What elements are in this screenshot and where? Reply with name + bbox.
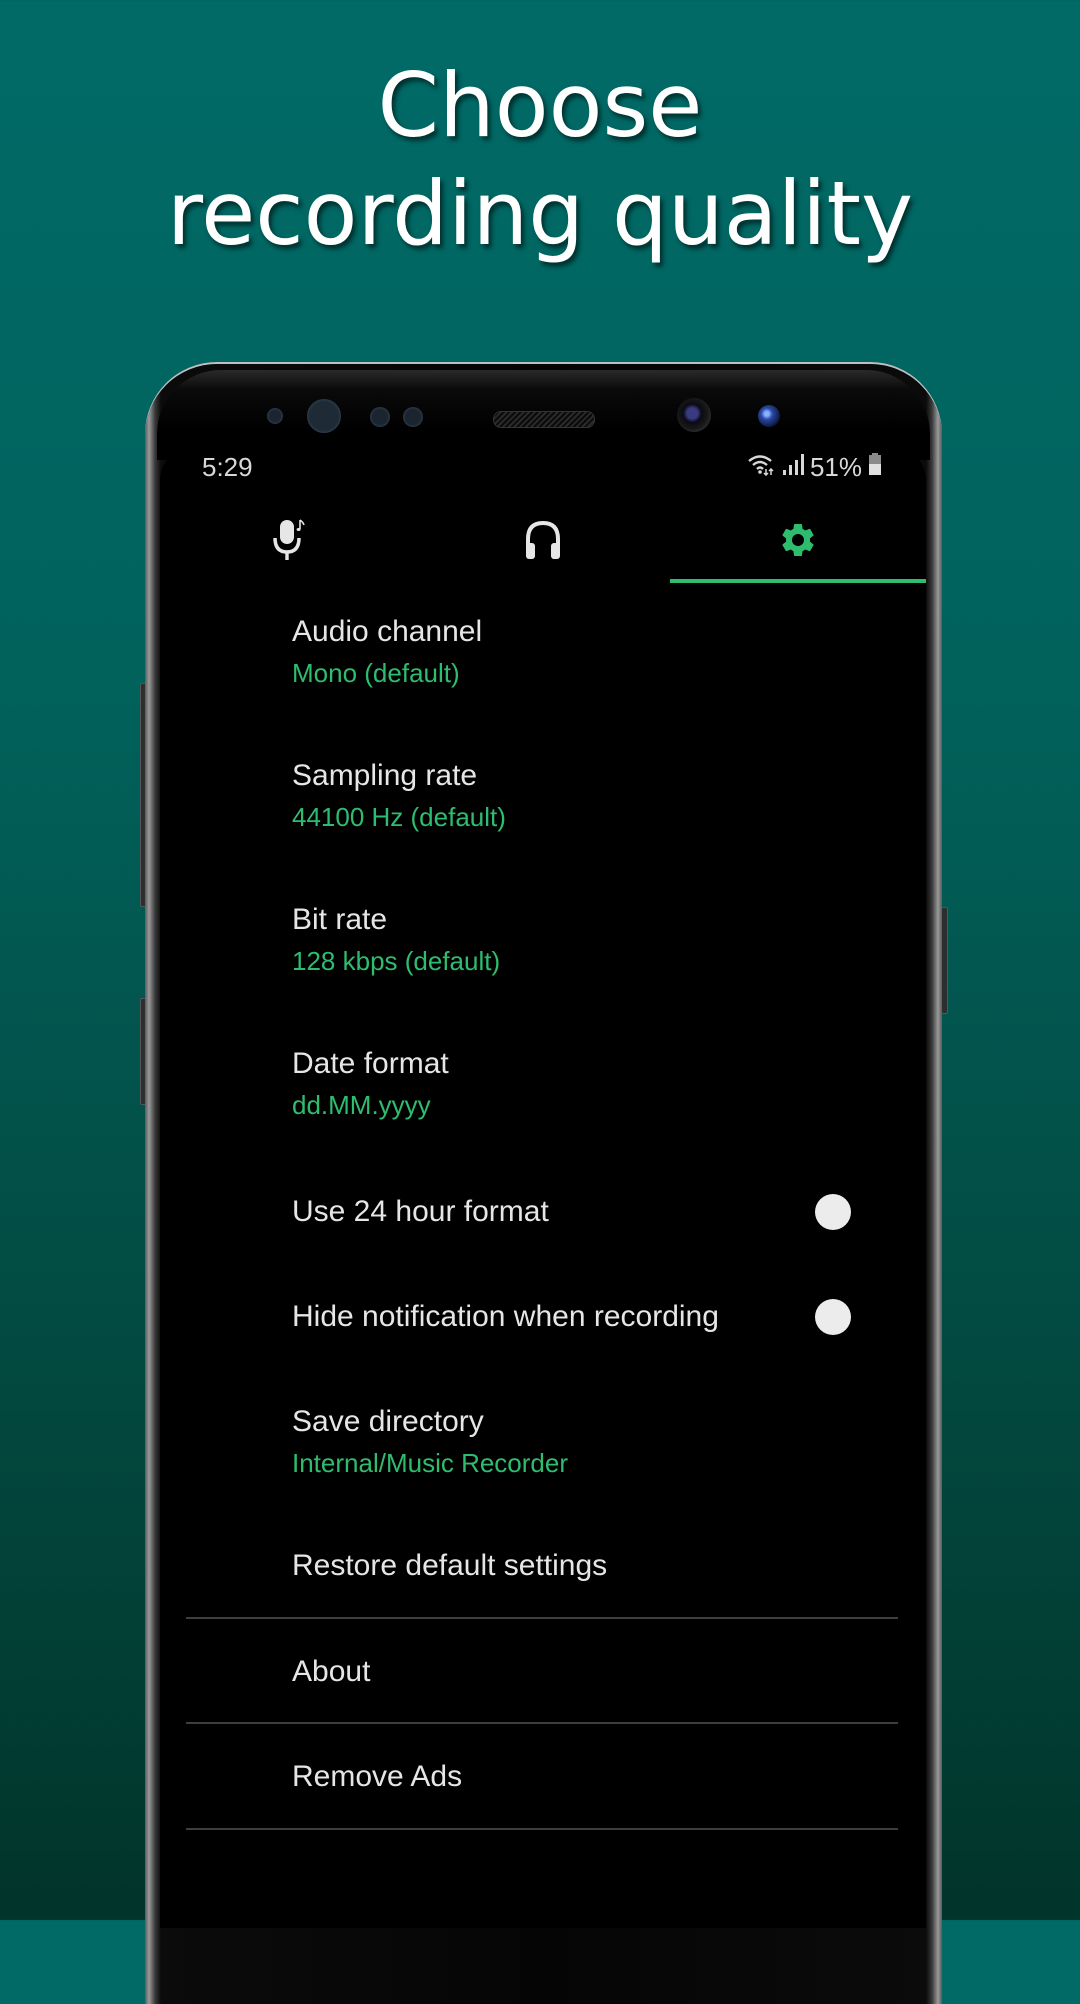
- restore-defaults-button[interactable]: Restore default settings: [292, 1548, 892, 1584]
- setting-hide-notification[interactable]: Hide notification when recording: [292, 1299, 892, 1335]
- setting-value: 44100 Hz (default): [292, 802, 506, 832]
- iris-camera: [758, 405, 780, 427]
- setting-title: Date format: [292, 1047, 449, 1080]
- setting-save-directory[interactable]: Save directory Internal/Music Recorder: [292, 1404, 892, 1480]
- setting-title: Save directory: [292, 1405, 484, 1438]
- promo-headline: Choose recording quality: [0, 52, 1080, 268]
- wifi-icon: [746, 452, 776, 483]
- setting-date-format[interactable]: Date format dd.MM.yyyy: [292, 1046, 892, 1122]
- setting-value: Internal/Music Recorder: [292, 1448, 568, 1478]
- power-button: [941, 907, 948, 1014]
- sensor-dot: [370, 407, 390, 427]
- divider: [186, 1722, 898, 1724]
- tab-player[interactable]: [415, 500, 670, 584]
- setting-title: Bit rate: [292, 903, 388, 936]
- battery-icon: [868, 452, 882, 483]
- setting-title: Restore default settings: [292, 1549, 608, 1582]
- setting-title: Sampling rate: [292, 759, 478, 792]
- proximity-sensor: [267, 408, 283, 424]
- setting-title: Use 24 hour format: [292, 1195, 549, 1228]
- status-bar: 5:29 51%: [160, 448, 926, 492]
- setting-value: Mono (default): [292, 658, 460, 688]
- front-camera: [677, 398, 711, 432]
- divider: [186, 1828, 898, 1830]
- tab-settings[interactable]: [670, 500, 925, 584]
- setting-title: About: [292, 1655, 371, 1688]
- use-24-hour-toggle[interactable]: [815, 1194, 851, 1230]
- setting-audio-channel[interactable]: Audio channel Mono (default): [292, 614, 892, 690]
- setting-sampling-rate[interactable]: Sampling rate 44100 Hz (default): [292, 758, 892, 834]
- setting-title: Remove Ads: [292, 1760, 463, 1793]
- divider: [186, 1617, 898, 1619]
- battery-percent: 51%: [809, 452, 862, 482]
- sensor-dot: [403, 407, 423, 427]
- about-button[interactable]: About: [292, 1654, 892, 1690]
- headline-line-1: Choose: [377, 54, 703, 157]
- setting-title: Audio channel: [292, 615, 483, 648]
- iris-sensor-led: [307, 399, 341, 433]
- status-time: 5:29: [202, 452, 253, 482]
- setting-use-24-hour[interactable]: Use 24 hour format: [292, 1194, 892, 1230]
- active-tab-indicator: [670, 579, 926, 583]
- microphone-icon: [268, 518, 308, 567]
- setting-title: Hide notification when recording: [292, 1300, 719, 1333]
- gear-icon: [778, 520, 818, 565]
- earpiece-speaker: [493, 411, 595, 428]
- setting-value: dd.MM.yyyy: [292, 1090, 431, 1120]
- setting-value: 128 kbps (default): [292, 946, 501, 976]
- phone-screen: 5:29 51% Audio channel Mono (default) Sa…: [160, 448, 926, 1928]
- hide-notification-toggle[interactable]: [815, 1299, 851, 1335]
- signal-icon: [782, 452, 804, 483]
- tab-record[interactable]: [160, 500, 415, 584]
- headline-line-2: recording quality: [166, 162, 914, 265]
- tab-bar: [160, 500, 926, 584]
- headphones-icon: [523, 519, 563, 566]
- remove-ads-button[interactable]: Remove Ads: [292, 1759, 892, 1795]
- setting-bit-rate[interactable]: Bit rate 128 kbps (default): [292, 902, 892, 978]
